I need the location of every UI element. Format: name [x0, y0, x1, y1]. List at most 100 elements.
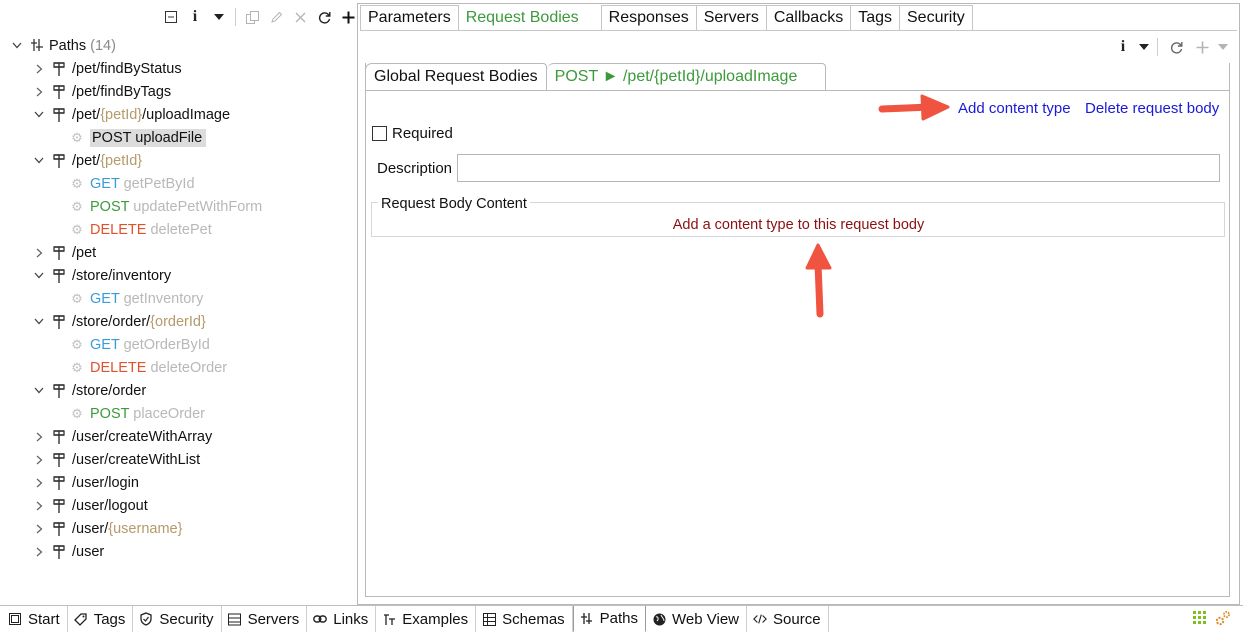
tree-operation-item[interactable]: ⚙ POST uploadFile: [70, 126, 207, 149]
chevron-right-icon[interactable]: [32, 246, 46, 260]
tree-path-item[interactable]: /pet/{petId}: [32, 149, 142, 172]
chevron-right-icon[interactable]: [32, 453, 46, 467]
chevron-right-icon[interactable]: [32, 545, 46, 559]
view-tab-schemas[interactable]: Schemas: [476, 606, 573, 632]
delete-icon[interactable]: [289, 6, 311, 28]
refresh-icon[interactable]: [1165, 36, 1187, 58]
chevron-down-icon[interactable]: [32, 384, 46, 398]
tree-operation-item[interactable]: ⚙ GET getInventory: [70, 287, 203, 310]
view-tab-start[interactable]: Start: [2, 606, 68, 632]
tree-root-paths[interactable]: Paths (14): [10, 34, 116, 57]
tab-request-bodies[interactable]: Request Bodies: [458, 5, 602, 30]
chevron-down-icon[interactable]: [32, 108, 46, 122]
tab-tags[interactable]: Tags: [851, 5, 900, 30]
operation-gear-icon: ⚙: [71, 129, 83, 145]
tab-parameters[interactable]: Parameters: [360, 5, 459, 30]
chevron-right-icon[interactable]: [32, 476, 46, 490]
tree-path-item[interactable]: /user: [32, 540, 104, 563]
tree-operation-item[interactable]: ⚙ GET getOrderById: [70, 333, 210, 356]
add-icon[interactable]: [1191, 36, 1213, 58]
tree-operation-item[interactable]: ⚙ GET getPetById: [70, 172, 194, 195]
copy-icon[interactable]: [241, 6, 263, 28]
settings-gears-icon[interactable]: [1215, 610, 1231, 626]
collapse-all-icon[interactable]: [160, 6, 182, 28]
tree-path-item[interactable]: /pet: [32, 241, 96, 264]
path-icon: [52, 429, 66, 445]
operation-method: GET: [90, 336, 120, 353]
tree-path-item[interactable]: /pet/findByTags: [32, 80, 171, 103]
tree-path-item[interactable]: /store/order/{orderId}: [32, 310, 206, 333]
required-checkbox-row[interactable]: Required: [372, 125, 453, 142]
chevron-down-icon[interactable]: [32, 269, 46, 283]
tree-operation-item[interactable]: ⚙ POST updatePetWithForm: [70, 195, 262, 218]
path-parameter: {orderId}: [150, 313, 206, 330]
view-tab-tags[interactable]: Tags: [68, 606, 134, 632]
dropdown-icon[interactable]: [1138, 36, 1150, 58]
operation-name: uploadFile: [135, 129, 203, 146]
dropdown-icon[interactable]: [1217, 36, 1229, 58]
view-tab-links[interactable]: Links: [307, 606, 377, 632]
operation-method: DELETE: [90, 359, 147, 376]
path-segment: /pet: [72, 244, 97, 261]
operation-gear-icon: ⚙: [71, 221, 83, 237]
required-checkbox[interactable]: [372, 126, 387, 141]
add-content-type-link[interactable]: Add content type: [958, 100, 1071, 117]
tab-security[interactable]: Security: [900, 5, 973, 30]
info-icon[interactable]: i: [184, 6, 206, 28]
tree-path-item[interactable]: /user/login: [32, 471, 139, 494]
tree-path-item[interactable]: /store/order: [32, 379, 146, 402]
chevron-right-icon[interactable]: [32, 85, 46, 99]
tab-servers[interactable]: Servers: [696, 5, 767, 30]
path-segment: /user/logout: [72, 497, 148, 514]
tree-operation-item[interactable]: ⚙ POST placeOrder: [70, 402, 205, 425]
chevron-down-icon[interactable]: [32, 315, 46, 329]
tab-label: Global Request Bodies: [374, 68, 538, 85]
chevron-right-icon[interactable]: [32, 62, 46, 76]
chevron-right-icon[interactable]: [32, 499, 46, 513]
operation-gear-icon: ⚙: [71, 290, 83, 306]
tree-operation-item[interactable]: ⚙ DELETE deletePet: [70, 218, 212, 241]
tab-operation-request-body[interactable]: POST ► /pet/{petId}/uploadImage: [546, 63, 827, 90]
path-segment: /store/order/: [72, 313, 151, 330]
chevron-down-icon[interactable]: [10, 39, 24, 53]
view-tab-examples[interactable]: Examples: [376, 606, 477, 632]
tab-callbacks[interactable]: Callbacks: [766, 5, 852, 30]
tree-path-item[interactable]: /pet/{petId}/uploadImage: [32, 103, 230, 126]
edit-icon[interactable]: [265, 6, 287, 28]
bottom-view-bar: Start Tags Security Servers Links Examples Sch…: [0, 605, 1243, 635]
chevron-down-icon[interactable]: [32, 154, 46, 168]
view-tab-security[interactable]: Security: [133, 606, 222, 632]
info-icon[interactable]: i: [1112, 36, 1134, 58]
tree-path-item[interactable]: /user/logout: [32, 494, 148, 517]
examples-icon: [382, 612, 396, 626]
operation-method: GET: [90, 290, 120, 307]
tree-operation-item[interactable]: ⚙ DELETE deleteOrder: [70, 356, 227, 379]
tree-path-item[interactable]: /store/inventory: [32, 264, 171, 287]
tree-path-item[interactable]: /user/createWithArray: [32, 425, 212, 448]
chevron-right-icon[interactable]: [32, 522, 46, 536]
operation-label: DELETE deleteOrder: [90, 360, 227, 376]
chevron-right-icon[interactable]: [32, 430, 46, 444]
tab-responses[interactable]: Responses: [601, 5, 697, 30]
request-body-toolbar: i: [1112, 37, 1229, 57]
tab-path: /pet/{petId}/uploadImage: [622, 68, 798, 85]
tree-path-item[interactable]: /user/{username}: [32, 517, 182, 540]
path-parameter: {petId}: [100, 106, 143, 123]
grid-icon[interactable]: [1193, 611, 1207, 625]
tree-path-item[interactable]: /user/createWithList: [32, 448, 200, 471]
description-field[interactable]: [457, 154, 1220, 182]
operation-label: POST placeOrder: [90, 406, 205, 422]
view-tab-web-view[interactable]: Web View: [646, 606, 748, 632]
operation-label: POST updatePetWithForm: [90, 199, 262, 215]
tab-method: POST: [554, 68, 599, 85]
view-tab-source[interactable]: Source: [747, 606, 829, 632]
delete-request-body-link[interactable]: Delete request body: [1085, 100, 1219, 117]
path-segment: /store/order: [72, 382, 147, 399]
dropdown-icon[interactable]: [208, 6, 230, 28]
refresh-icon[interactable]: [313, 6, 335, 28]
add-icon[interactable]: [337, 6, 359, 28]
view-tab-servers[interactable]: Servers: [222, 606, 308, 632]
view-tab-paths[interactable]: Paths: [572, 606, 647, 632]
tab-global-request-bodies[interactable]: Global Request Bodies: [365, 63, 547, 90]
tree-path-item[interactable]: /pet/findByStatus: [32, 57, 182, 80]
